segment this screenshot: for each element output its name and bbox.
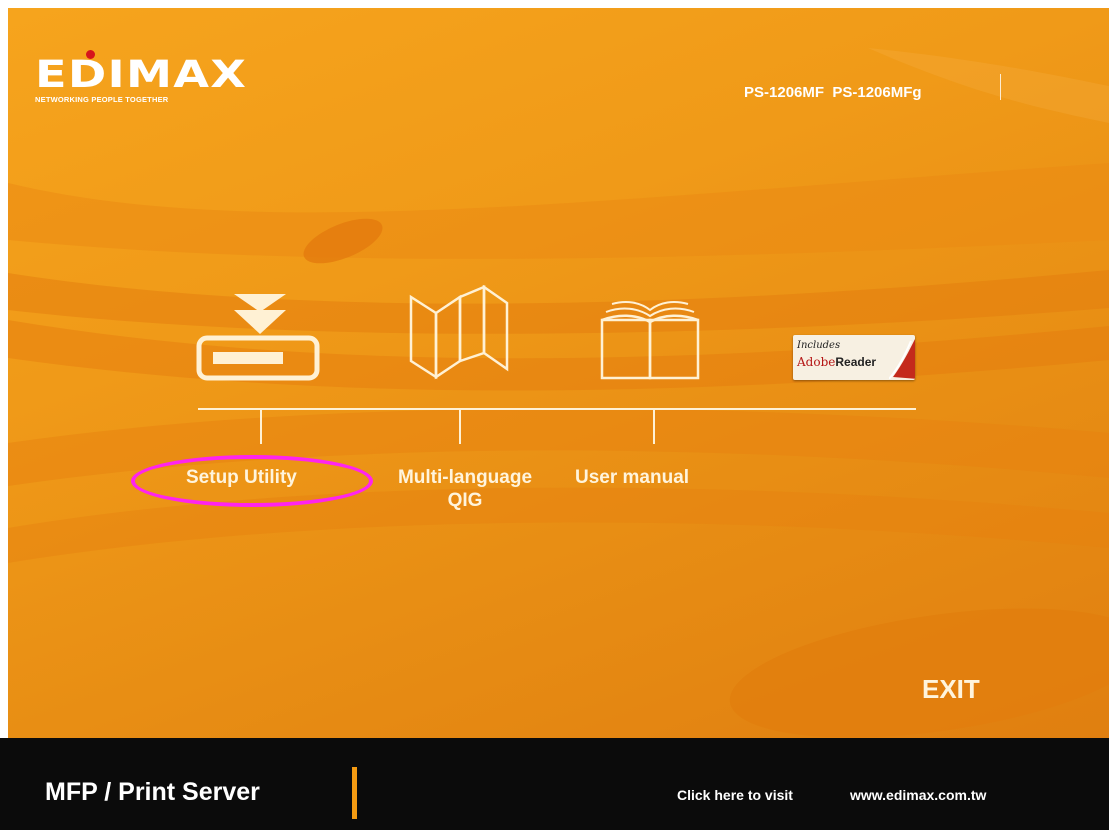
edimax-logo: EDIMAX bbox=[35, 53, 248, 96]
footer-accent-bar bbox=[352, 767, 357, 819]
adobe-reader-text: AdobeReader bbox=[797, 355, 877, 369]
logo-tagline: NETWORKING PEOPLE TOGETHER bbox=[35, 95, 169, 104]
multi-language-qig-link[interactable]: Multi-language QIG bbox=[370, 466, 560, 512]
adobe-includes-text: Includes bbox=[797, 340, 841, 351]
install-download-icon[interactable] bbox=[196, 290, 320, 382]
user-manual-link[interactable]: User manual bbox=[575, 466, 735, 489]
main-panel bbox=[8, 8, 1109, 738]
setup-utility-link[interactable]: Setup Utility bbox=[186, 466, 336, 489]
header-divider bbox=[1000, 74, 1001, 100]
model-numbers: PS-1206MF PS-1206MFg bbox=[744, 84, 922, 101]
multi-language-label: Multi-language bbox=[397, 467, 533, 488]
visit-prompt[interactable]: Click here to visit bbox=[677, 787, 793, 803]
adobe-reader-badge[interactable]: Includes AdobeReader bbox=[793, 335, 915, 380]
adobe-swoosh-icon bbox=[889, 339, 915, 379]
exit-button[interactable]: EXIT bbox=[922, 674, 980, 705]
background-swooshes bbox=[8, 48, 1109, 738]
footer-title: MFP / Print Server bbox=[45, 778, 260, 806]
qig-label: QIG bbox=[447, 490, 483, 511]
open-book-icon[interactable] bbox=[598, 296, 704, 382]
website-link[interactable]: www.edimax.com.tw bbox=[850, 787, 986, 803]
folded-map-icon[interactable] bbox=[408, 285, 510, 385]
